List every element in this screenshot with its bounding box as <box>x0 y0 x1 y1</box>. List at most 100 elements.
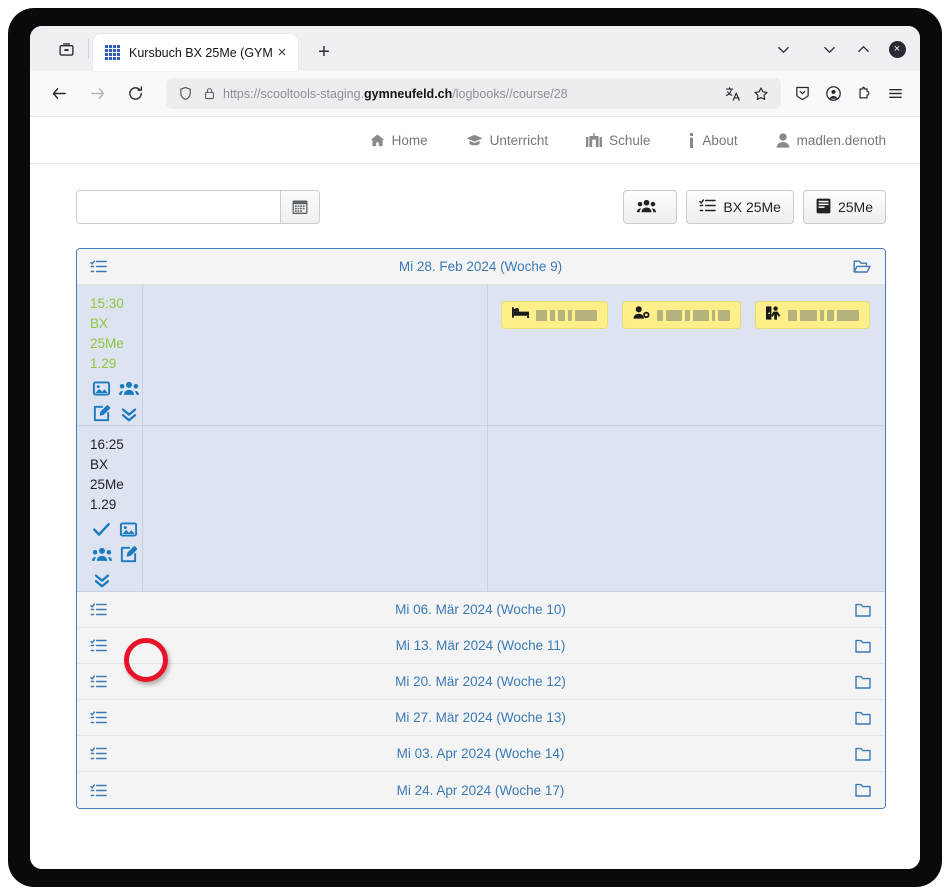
edit-pencil-icon[interactable] <box>117 543 140 566</box>
lesson-badge[interactable] <box>622 301 741 329</box>
star-icon[interactable] <box>748 81 774 107</box>
shield-icon[interactable] <box>173 86 197 101</box>
nav-item-label: Schule <box>609 132 651 148</box>
lesson-action-icons <box>90 377 144 425</box>
padlock-icon[interactable] <box>197 87 221 100</box>
week-title: Mi 24. Apr 2024 (Woche 17) <box>396 782 565 798</box>
class-button[interactable]: 25Me <box>802 190 886 224</box>
content-toolbar: BX 25Me 25Me <box>30 164 920 224</box>
check-icon[interactable] <box>90 518 113 541</box>
lesson-room: 1.29 <box>90 497 117 512</box>
nav-item-about[interactable]: About <box>688 132 738 148</box>
image-icon[interactable] <box>90 377 113 400</box>
close-window-button[interactable]: × <box>880 34 914 64</box>
tab-strip: Kursbuch BX 25Me (GYM3/ × + × <box>30 26 920 71</box>
lesson-action-icons <box>90 518 144 591</box>
navigation-toolbar: https://scooltools-staging.gymneufeld.ch… <box>30 71 920 117</box>
task-list-icon[interactable] <box>90 674 116 689</box>
redacted-badge-text <box>536 309 597 321</box>
nav-item-unterricht[interactable]: Unterricht <box>466 133 548 148</box>
task-list-icon[interactable] <box>90 710 116 725</box>
week-row[interactable]: Mi 06. Mär 2024 (Woche 10) <box>77 592 885 628</box>
folder-icon[interactable] <box>845 675 871 689</box>
hamburger-menu-icon[interactable] <box>880 79 910 109</box>
nav-item-label: madlen.denoth <box>796 132 886 148</box>
button-label: 25Me <box>837 199 873 215</box>
graduation-cap-icon <box>466 133 483 148</box>
back-arrow-icon[interactable] <box>43 78 75 110</box>
week-row[interactable]: Mi 13. Mär 2024 (Woche 11) <box>77 628 885 664</box>
calendar-icon[interactable] <box>280 190 320 224</box>
lesson-row[interactable]: 16:25 BX 25Me 1.29 <box>77 426 885 592</box>
school-building-icon <box>586 132 603 148</box>
reload-icon[interactable] <box>119 78 151 110</box>
week-row[interactable]: Mi 24. Apr 2024 (Woche 17) <box>77 772 885 808</box>
lesson-badge[interactable] <box>755 301 870 329</box>
lesson-class: 25Me <box>90 477 124 492</box>
edit-pencil-icon[interactable] <box>90 402 113 425</box>
device-frame: Kursbuch BX 25Me (GYM3/ × + × https://sc… <box>8 8 942 887</box>
person-door-icon <box>766 305 781 325</box>
task-list-icon[interactable] <box>90 746 116 761</box>
course-button[interactable]: BX 25Me <box>686 190 794 224</box>
double-chevron-down-icon[interactable] <box>117 402 140 425</box>
week-title: Mi 06. Mär 2024 (Woche 10) <box>395 602 566 617</box>
downloads-icon[interactable] <box>787 79 817 109</box>
task-list-icon[interactable] <box>90 259 116 274</box>
task-list-icon[interactable] <box>90 638 116 653</box>
redacted-badge-text <box>657 309 730 321</box>
date-input[interactable] <box>76 190 280 224</box>
folder-icon[interactable] <box>845 711 871 725</box>
lesson-badge[interactable] <box>501 301 608 329</box>
week-row[interactable]: Mi 20. Mär 2024 (Woche 12) <box>77 664 885 700</box>
list-all-tabs-button[interactable] <box>766 34 800 64</box>
lesson-badge-column <box>488 426 885 591</box>
date-picker-group <box>76 190 320 224</box>
button-label: BX 25Me <box>723 199 781 215</box>
week-row[interactable]: Mi 03. Apr 2024 (Woche 14) <box>77 736 885 772</box>
new-tab-button[interactable]: + <box>308 36 340 68</box>
folder-icon[interactable] <box>845 603 871 617</box>
task-list-icon <box>699 198 717 216</box>
double-chevron-down-icon[interactable] <box>90 568 113 591</box>
account-icon[interactable] <box>818 79 848 109</box>
lesson-class: 25Me <box>90 336 124 351</box>
book-icon <box>816 198 831 217</box>
translate-icon[interactable] <box>720 81 746 107</box>
students-button[interactable] <box>623 190 678 224</box>
lesson-time: 16:25 <box>90 437 124 452</box>
folder-open-icon[interactable] <box>845 259 871 274</box>
nav-item-home[interactable]: Home <box>370 133 428 148</box>
folder-icon[interactable] <box>845 747 871 761</box>
folder-icon[interactable] <box>845 783 871 797</box>
maximize-button[interactable] <box>846 34 880 64</box>
group-people-icon <box>637 199 657 216</box>
week-row[interactable]: Mi 27. Mär 2024 (Woche 13) <box>77 700 885 736</box>
nav-item-label: About <box>702 132 738 148</box>
week-title: Mi 20. Mär 2024 (Woche 12) <box>395 674 566 689</box>
group-people-icon[interactable] <box>90 543 113 566</box>
redacted-badge-text <box>788 309 859 321</box>
extensions-puzzle-icon[interactable] <box>849 79 879 109</box>
firefox-view-icon[interactable] <box>48 31 84 67</box>
home-icon <box>370 133 385 148</box>
minimize-button[interactable] <box>812 34 846 64</box>
browser-tab[interactable]: Kursbuch BX 25Me (GYM3/ × <box>93 34 298 71</box>
close-icon[interactable]: × <box>272 43 292 63</box>
user-clock-icon <box>633 306 650 324</box>
lesson-badge-column <box>488 285 885 425</box>
nav-item-schule[interactable]: Schule <box>586 132 651 148</box>
folder-icon[interactable] <box>845 639 871 653</box>
tab-separator <box>88 39 89 59</box>
bed-icon <box>512 306 529 324</box>
lesson-content-column <box>143 285 488 425</box>
task-list-icon[interactable] <box>90 783 116 798</box>
task-list-icon[interactable] <box>90 602 116 617</box>
lesson-room: 1.29 <box>90 356 117 371</box>
week-header-current[interactable]: Mi 28. Feb 2024 (Woche 9) <box>77 249 885 285</box>
lesson-row[interactable]: 15:30 BX 25Me 1.29 <box>77 285 885 426</box>
group-people-icon[interactable] <box>117 377 140 400</box>
image-icon[interactable] <box>117 518 140 541</box>
url-bar[interactable]: https://scooltools-staging.gymneufeld.ch… <box>166 78 781 109</box>
nav-item-user[interactable]: madlen.denoth <box>776 133 886 148</box>
